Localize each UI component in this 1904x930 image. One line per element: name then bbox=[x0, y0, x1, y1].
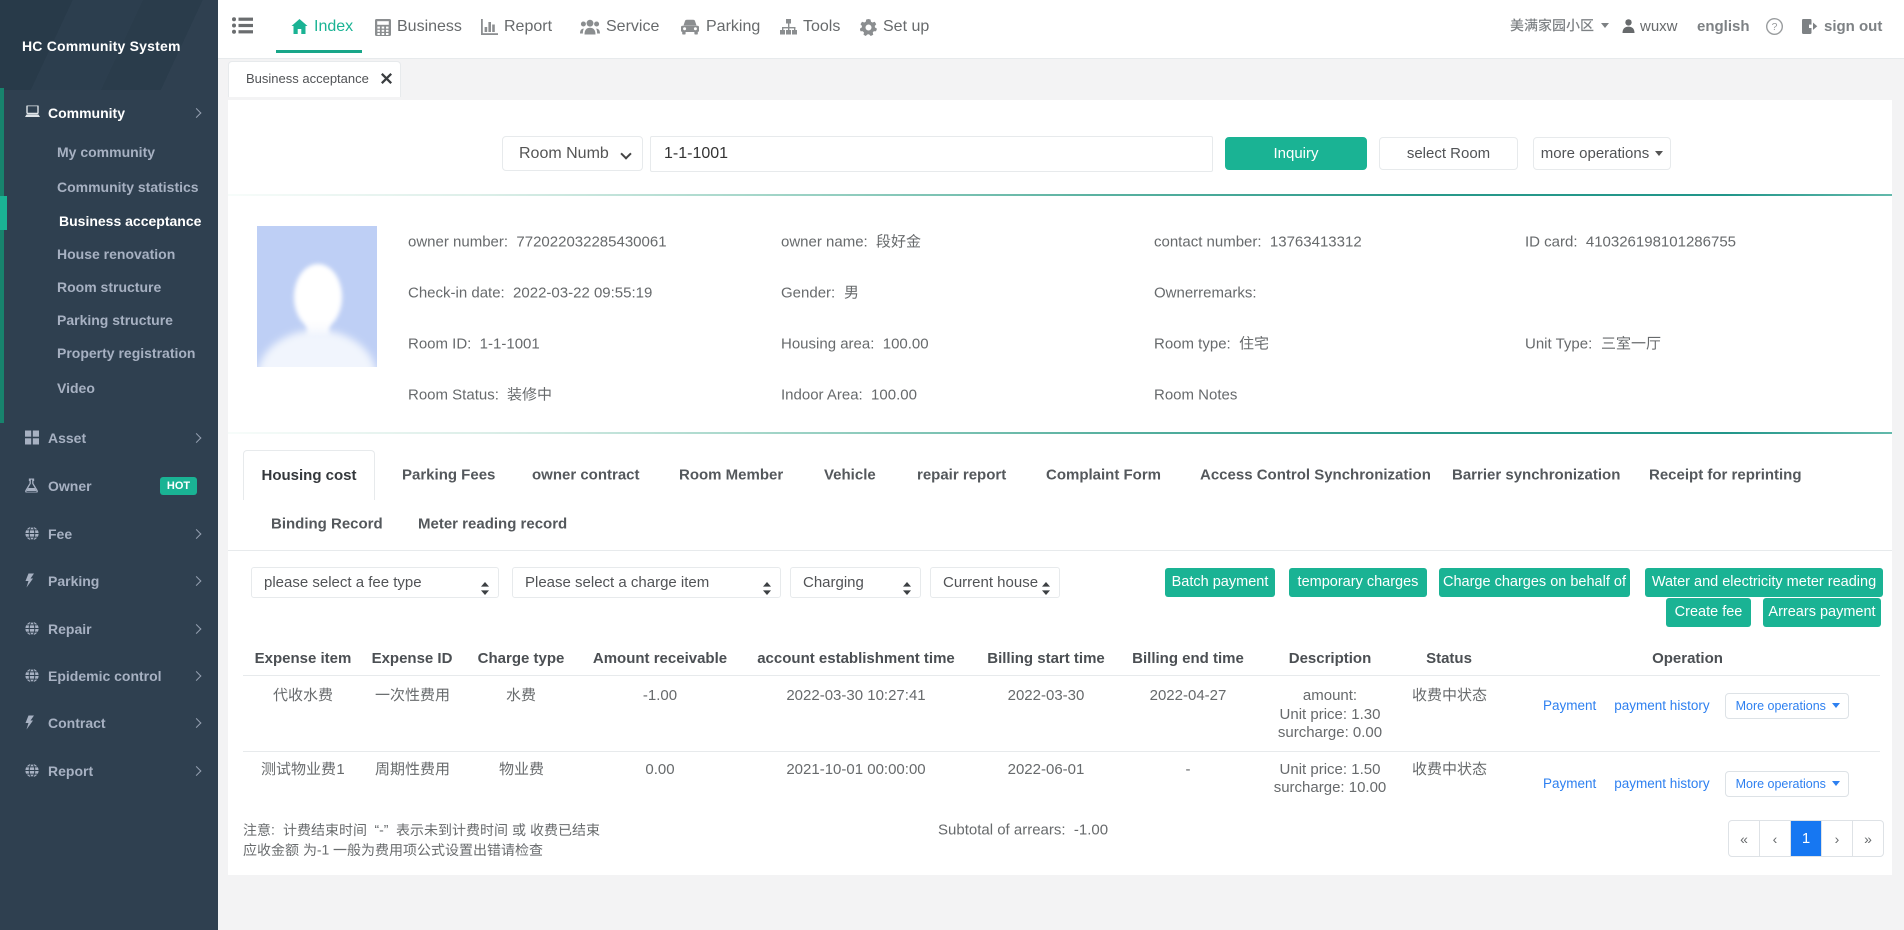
svg-text:?: ? bbox=[1772, 21, 1778, 33]
